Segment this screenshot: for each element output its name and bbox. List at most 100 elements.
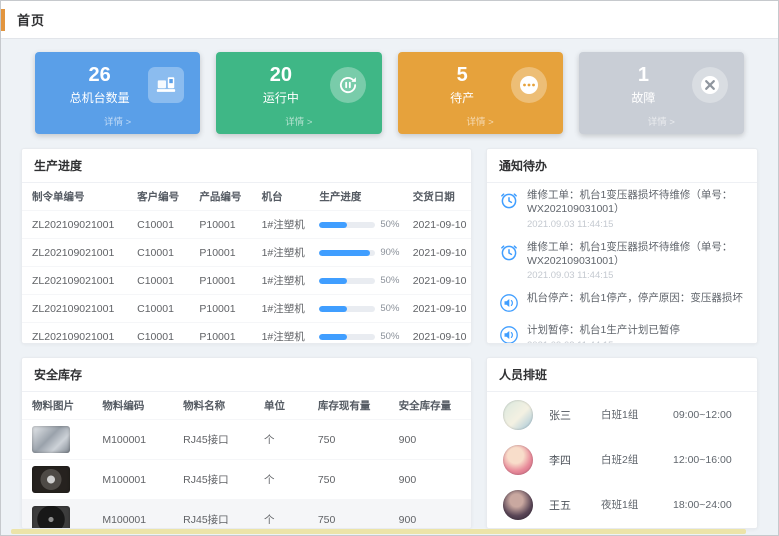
col-current-stock: 库存现有量 bbox=[314, 392, 395, 420]
order-no: ZL202109021001 bbox=[22, 323, 133, 345]
card-text: 1 故障 bbox=[595, 64, 692, 106]
staff-name: 李四 bbox=[549, 452, 601, 468]
progress-cell: 50% bbox=[315, 295, 408, 323]
notification-item[interactable]: 计划暂停：机台1生产计划已暂停 2021.09.03 11:44:15 bbox=[487, 318, 757, 344]
product-no: P10001 bbox=[195, 211, 257, 239]
avatar bbox=[503, 445, 533, 475]
panel-title-production: 生产进度 bbox=[22, 149, 471, 183]
col-progress: 生产进度 bbox=[315, 183, 408, 211]
product-no: P10001 bbox=[195, 295, 257, 323]
material-name: RJ45接口 bbox=[179, 420, 260, 460]
progress-bar bbox=[319, 334, 375, 340]
col-safety-stock: 安全库存量 bbox=[395, 392, 471, 420]
card-main: 20 运行中 bbox=[216, 52, 381, 114]
detail-link-total[interactable]: 详情 > bbox=[35, 114, 200, 134]
running-label: 运行中 bbox=[232, 89, 329, 106]
detail-link-standby[interactable]: 详情 > bbox=[398, 114, 563, 134]
total-machines-label: 总机台数量 bbox=[51, 89, 148, 106]
customer-no: C10001 bbox=[133, 267, 195, 295]
notification-item[interactable]: 维修工单：机台1变压器损坏待维修（单号：WX202109031001） 2021… bbox=[487, 183, 757, 235]
total-machines-value: 26 bbox=[51, 64, 148, 87]
product-no: P10001 bbox=[195, 323, 257, 345]
avatar bbox=[503, 400, 533, 430]
col-material-name: 物料名称 bbox=[179, 392, 260, 420]
running-value: 20 bbox=[232, 64, 329, 87]
col-customer-no: 客户编号 bbox=[133, 183, 195, 211]
notification-item[interactable]: 维修工单：机台1变压器损坏待维修（单号：WX202109031001） 2021… bbox=[487, 235, 757, 287]
product-no: P10001 bbox=[195, 267, 257, 295]
material-code: M100001 bbox=[98, 420, 179, 460]
col-material-image: 物料图片 bbox=[22, 392, 98, 420]
delivery-date: 2021-09-10 bbox=[409, 295, 471, 323]
order-no: ZL202109021001 bbox=[22, 211, 133, 239]
notification-text: 维修工单：机台1变压器损坏待维修（单号：WX202109031001） bbox=[527, 189, 745, 217]
col-material-code: 物料编码 bbox=[98, 392, 179, 420]
safety-stock: 900 bbox=[395, 460, 471, 500]
staff-shift: 白班2组 bbox=[601, 452, 673, 467]
order-no: ZL202109021001 bbox=[22, 295, 133, 323]
staff-shift: 白班1组 bbox=[601, 407, 673, 422]
safety-stock-panel: 安全库存 物料图片 物料编码 物料名称 单位 库存现有量 安全库存量 bbox=[21, 357, 472, 529]
card-main: 5 待产 bbox=[398, 52, 563, 114]
stat-card-fault[interactable]: 1 故障 详情 > bbox=[579, 52, 744, 134]
standby-label: 待产 bbox=[414, 89, 511, 106]
material-image-cell bbox=[22, 420, 98, 460]
material-image bbox=[32, 466, 70, 493]
staff-name: 王五 bbox=[549, 497, 601, 513]
progress-bar bbox=[319, 222, 375, 228]
current-stock: 750 bbox=[314, 420, 395, 460]
material-image bbox=[32, 426, 70, 453]
notification-time: 2021.09.03 11:44:15 bbox=[527, 270, 745, 281]
delivery-date: 2021-09-10 bbox=[409, 211, 471, 239]
notifications-panel: 通知待办 维修工单：机台1变压器损坏待维修（单号：WX202109031001）… bbox=[486, 148, 758, 344]
notification-body: 维修工单：机台1变压器损坏待维修（单号：WX202109031001） 2021… bbox=[527, 241, 745, 282]
detail-link-fault[interactable]: 详情 > bbox=[579, 114, 744, 134]
detail-link-running[interactable]: 详情 > bbox=[216, 114, 381, 134]
table-row: ZL202109021001 C10001 P10001 1#注塑机 50% 2… bbox=[22, 295, 471, 323]
material-code: M100001 bbox=[98, 500, 179, 530]
notification-body: 维修工单：机台1变压器损坏待维修（单号：WX202109031001） 2021… bbox=[527, 189, 745, 230]
customer-no: C10001 bbox=[133, 295, 195, 323]
table-row: M100001 RJ45接口 个 750 900 bbox=[22, 420, 471, 460]
staff-time: 09:00~12:00 bbox=[673, 409, 741, 421]
material-image-cell bbox=[22, 500, 98, 530]
fault-label: 故障 bbox=[595, 89, 692, 106]
speaker-icon bbox=[499, 325, 519, 344]
progress-label: 50% bbox=[380, 303, 399, 314]
stat-card-running[interactable]: 20 运行中 详情 > bbox=[216, 52, 381, 134]
schedule-row: 张三 白班1组 09:00~12:00 bbox=[487, 392, 757, 437]
material-name: RJ45接口 bbox=[179, 460, 260, 500]
stat-card-standby[interactable]: 5 待产 详情 > bbox=[398, 52, 563, 134]
card-main: 1 故障 bbox=[579, 52, 744, 114]
order-no: ZL202109021001 bbox=[22, 239, 133, 267]
notification-time: 2021.09.03 11:44:15 bbox=[527, 340, 745, 344]
unit: 个 bbox=[260, 420, 314, 460]
stat-card-total-machines[interactable]: 26 总机台数量 详情 > bbox=[35, 52, 200, 134]
bottom-strip bbox=[11, 529, 746, 534]
machine-name: 1#注塑机 bbox=[258, 267, 316, 295]
ellipsis-icon bbox=[511, 67, 547, 103]
delivery-date: 2021-09-10 bbox=[409, 267, 471, 295]
progress-label: 50% bbox=[380, 331, 399, 342]
safety-stock: 900 bbox=[395, 420, 471, 460]
table-row: ZL202109021001 C10001 P10001 1#注塑机 90% 2… bbox=[22, 239, 471, 267]
notification-text: 计划暂停：机台1生产计划已暂停 bbox=[527, 324, 745, 338]
staff-time: 12:00~16:00 bbox=[673, 454, 741, 466]
progress-bar bbox=[319, 306, 375, 312]
table-header-row: 物料图片 物料编码 物料名称 单位 库存现有量 安全库存量 bbox=[22, 392, 471, 420]
staff-time: 18:00~24:00 bbox=[673, 499, 741, 511]
notification-text: 机台停产：机台1停产，停产原因：变压器损坏 bbox=[527, 292, 745, 306]
notification-item[interactable]: 机台停产：机台1停产，停产原因：变压器损坏 bbox=[487, 286, 757, 318]
col-order-no: 制令单编号 bbox=[22, 183, 133, 211]
progress-label: 90% bbox=[380, 247, 399, 258]
col-unit: 单位 bbox=[260, 392, 314, 420]
material-code: M100001 bbox=[98, 460, 179, 500]
card-text: 26 总机台数量 bbox=[51, 64, 148, 106]
production-table: 制令单编号 客户编号 产品编号 机台 生产进度 交货日期 ZL202109021… bbox=[22, 183, 471, 344]
current-stock: 750 bbox=[314, 500, 395, 530]
material-image-cell bbox=[22, 460, 98, 500]
panel-grid: 生产进度 制令单编号 客户编号 产品编号 机台 生产进度 交货日期 bbox=[21, 148, 758, 529]
machine-name: 1#注塑机 bbox=[258, 211, 316, 239]
machine-name: 1#注塑机 bbox=[258, 323, 316, 345]
left-accent-bar bbox=[1, 9, 5, 31]
